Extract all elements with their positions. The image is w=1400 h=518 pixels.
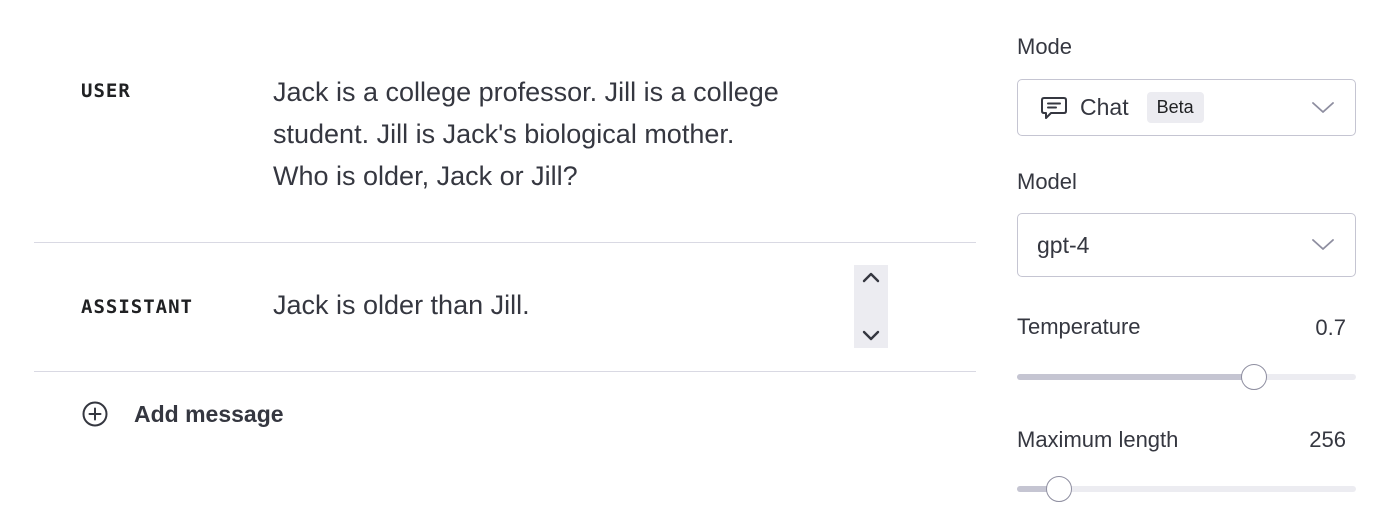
maximum-length-value[interactable]: 256 (1309, 427, 1346, 453)
maximum-length-label: Maximum length (1017, 427, 1179, 452)
role-label-user[interactable]: USER (81, 80, 131, 102)
temperature-value[interactable]: 0.7 (1315, 315, 1346, 341)
message-user: USER Jack is a college professor. Jill i… (34, 0, 976, 243)
add-message-label: Add message (134, 400, 284, 427)
maximum-length-slider[interactable] (1017, 476, 1356, 502)
beta-badge: Beta (1146, 92, 1204, 123)
slider-fill (1017, 374, 1255, 380)
mode-label: Mode (1017, 34, 1073, 59)
message-content-assistant[interactable]: Jack is older than Jill. (273, 284, 833, 326)
chat-panel: USER Jack is a college professor. Jill i… (34, 0, 976, 518)
chevron-down-icon (1312, 101, 1334, 113)
playground: USER Jack is a college professor. Jill i… (0, 0, 1400, 518)
slider-thumb[interactable] (1046, 476, 1073, 502)
role-label-assistant[interactable]: ASSISTANT (81, 296, 193, 318)
plus-circle-icon (82, 401, 108, 427)
mode-select[interactable]: Chat Beta (1017, 79, 1356, 136)
settings-panel: Mode Chat Beta Model gpt-4 Temperature 0… (1017, 0, 1356, 518)
slider-thumb[interactable] (1241, 364, 1268, 390)
add-message-button[interactable]: Add message (81, 400, 284, 428)
model-value: gpt-4 (1037, 231, 1090, 258)
mode-value: Chat (1080, 94, 1129, 120)
temperature-slider[interactable] (1017, 364, 1356, 390)
message-content-user[interactable]: Jack is a college professor. Jill is a c… (273, 71, 853, 197)
model-select[interactable]: gpt-4 (1017, 213, 1356, 277)
message-assistant: ASSISTANT Jack is older than Jill. (34, 243, 976, 372)
temperature-label: Temperature (1017, 314, 1141, 339)
message-scroller[interactable] (854, 265, 888, 348)
chevron-down-icon (1312, 239, 1334, 250)
chevron-up-icon[interactable] (862, 271, 880, 283)
chat-bubble-icon (1041, 96, 1067, 119)
model-label: Model (1017, 169, 1077, 194)
chevron-down-icon[interactable] (862, 330, 880, 342)
